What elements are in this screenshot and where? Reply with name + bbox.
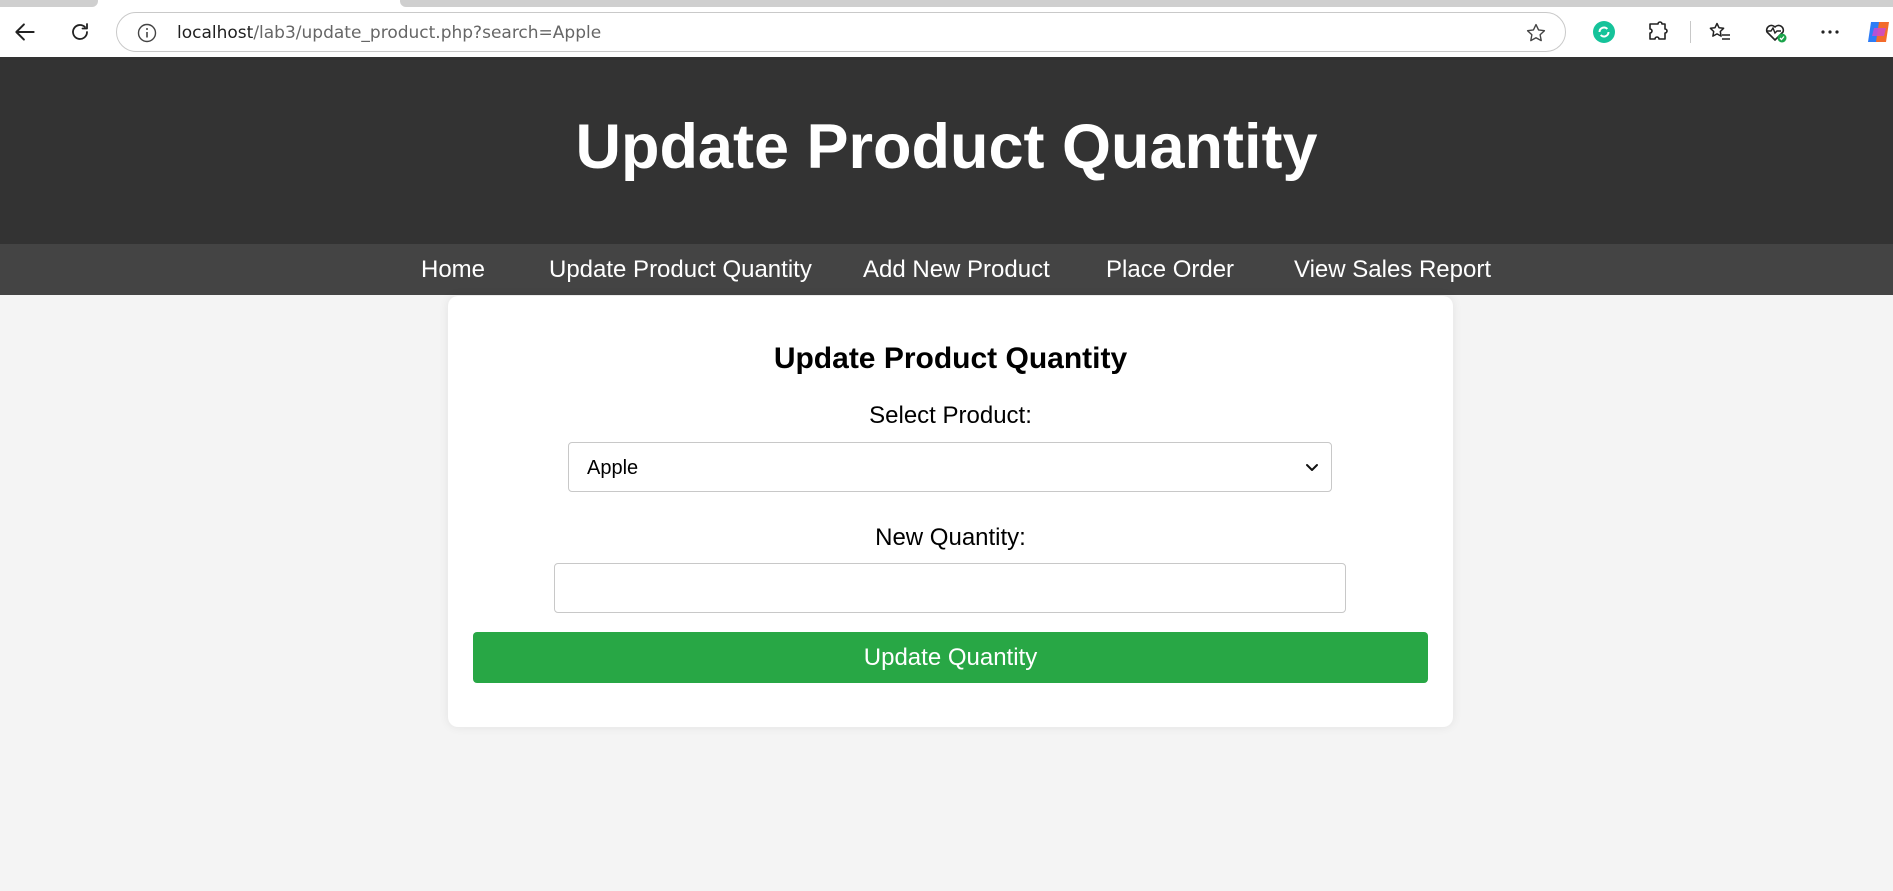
chevron-down-icon [1306,464,1318,471]
back-arrow-icon [15,23,35,41]
extensions-button[interactable] [1643,17,1673,47]
copilot-icon [1868,22,1889,42]
url-path: /lab3/update_product.php?search=Apple [253,23,602,43]
main-nav: Home Update Product Quantity Add New Pro… [0,244,1893,295]
sync-icon [1593,21,1615,43]
page-title: Update Product Quantity [575,112,1318,182]
browser-tab-strip[interactable] [400,0,1893,7]
more-menu-button[interactable] [1815,17,1845,47]
nav-link-place-order[interactable]: Place Order [1106,256,1234,284]
nav-link-update-product-quantity[interactable]: Update Product Quantity [549,256,812,284]
reload-button[interactable] [63,15,97,49]
update-quantity-button[interactable]: Update Quantity [473,632,1428,683]
product-select[interactable]: Apple [568,442,1332,492]
site-info-icon[interactable] [137,23,157,43]
product-select-value: Apple [587,457,639,479]
nav-link-home[interactable]: Home [421,256,485,284]
nav-link-view-sales-report[interactable]: View Sales Report [1294,256,1491,284]
toolbar-divider [1690,21,1691,43]
form-title: Update Product Quantity [773,342,1128,375]
address-bar[interactable]: localhost/lab3/update_product.php?search… [116,12,1566,52]
puzzle-icon [1649,21,1668,40]
url-host: localhost [177,23,254,43]
reload-icon [72,23,88,40]
nav-link-add-new-product[interactable]: Add New Product [863,256,1050,284]
browser-toolbar: localhost/lab3/update_product.php?search… [0,0,1893,57]
favorites-button[interactable] [1705,17,1735,47]
update-form-card: Update Product Quantity Select Product: … [448,296,1453,727]
product-select-label: Select Product: [869,402,1032,429]
page-header: Update Product Quantity [0,57,1893,244]
heart-pulse-icon [1765,24,1787,43]
url-text[interactable]: localhost/lab3/update_product.php?search… [177,23,601,43]
favorite-star-icon[interactable] [1525,22,1547,44]
favorites-list-icon [1709,22,1730,40]
ellipsis-icon [1821,30,1839,34]
quantity-input[interactable] [554,563,1346,613]
browser-tab[interactable] [0,0,98,7]
back-button[interactable] [8,15,42,49]
sync-extension-icon[interactable] [1589,17,1619,47]
browser-health-button[interactable] [1760,17,1790,47]
copilot-button[interactable] [1864,17,1893,47]
quantity-label: New Quantity: [875,524,1026,551]
